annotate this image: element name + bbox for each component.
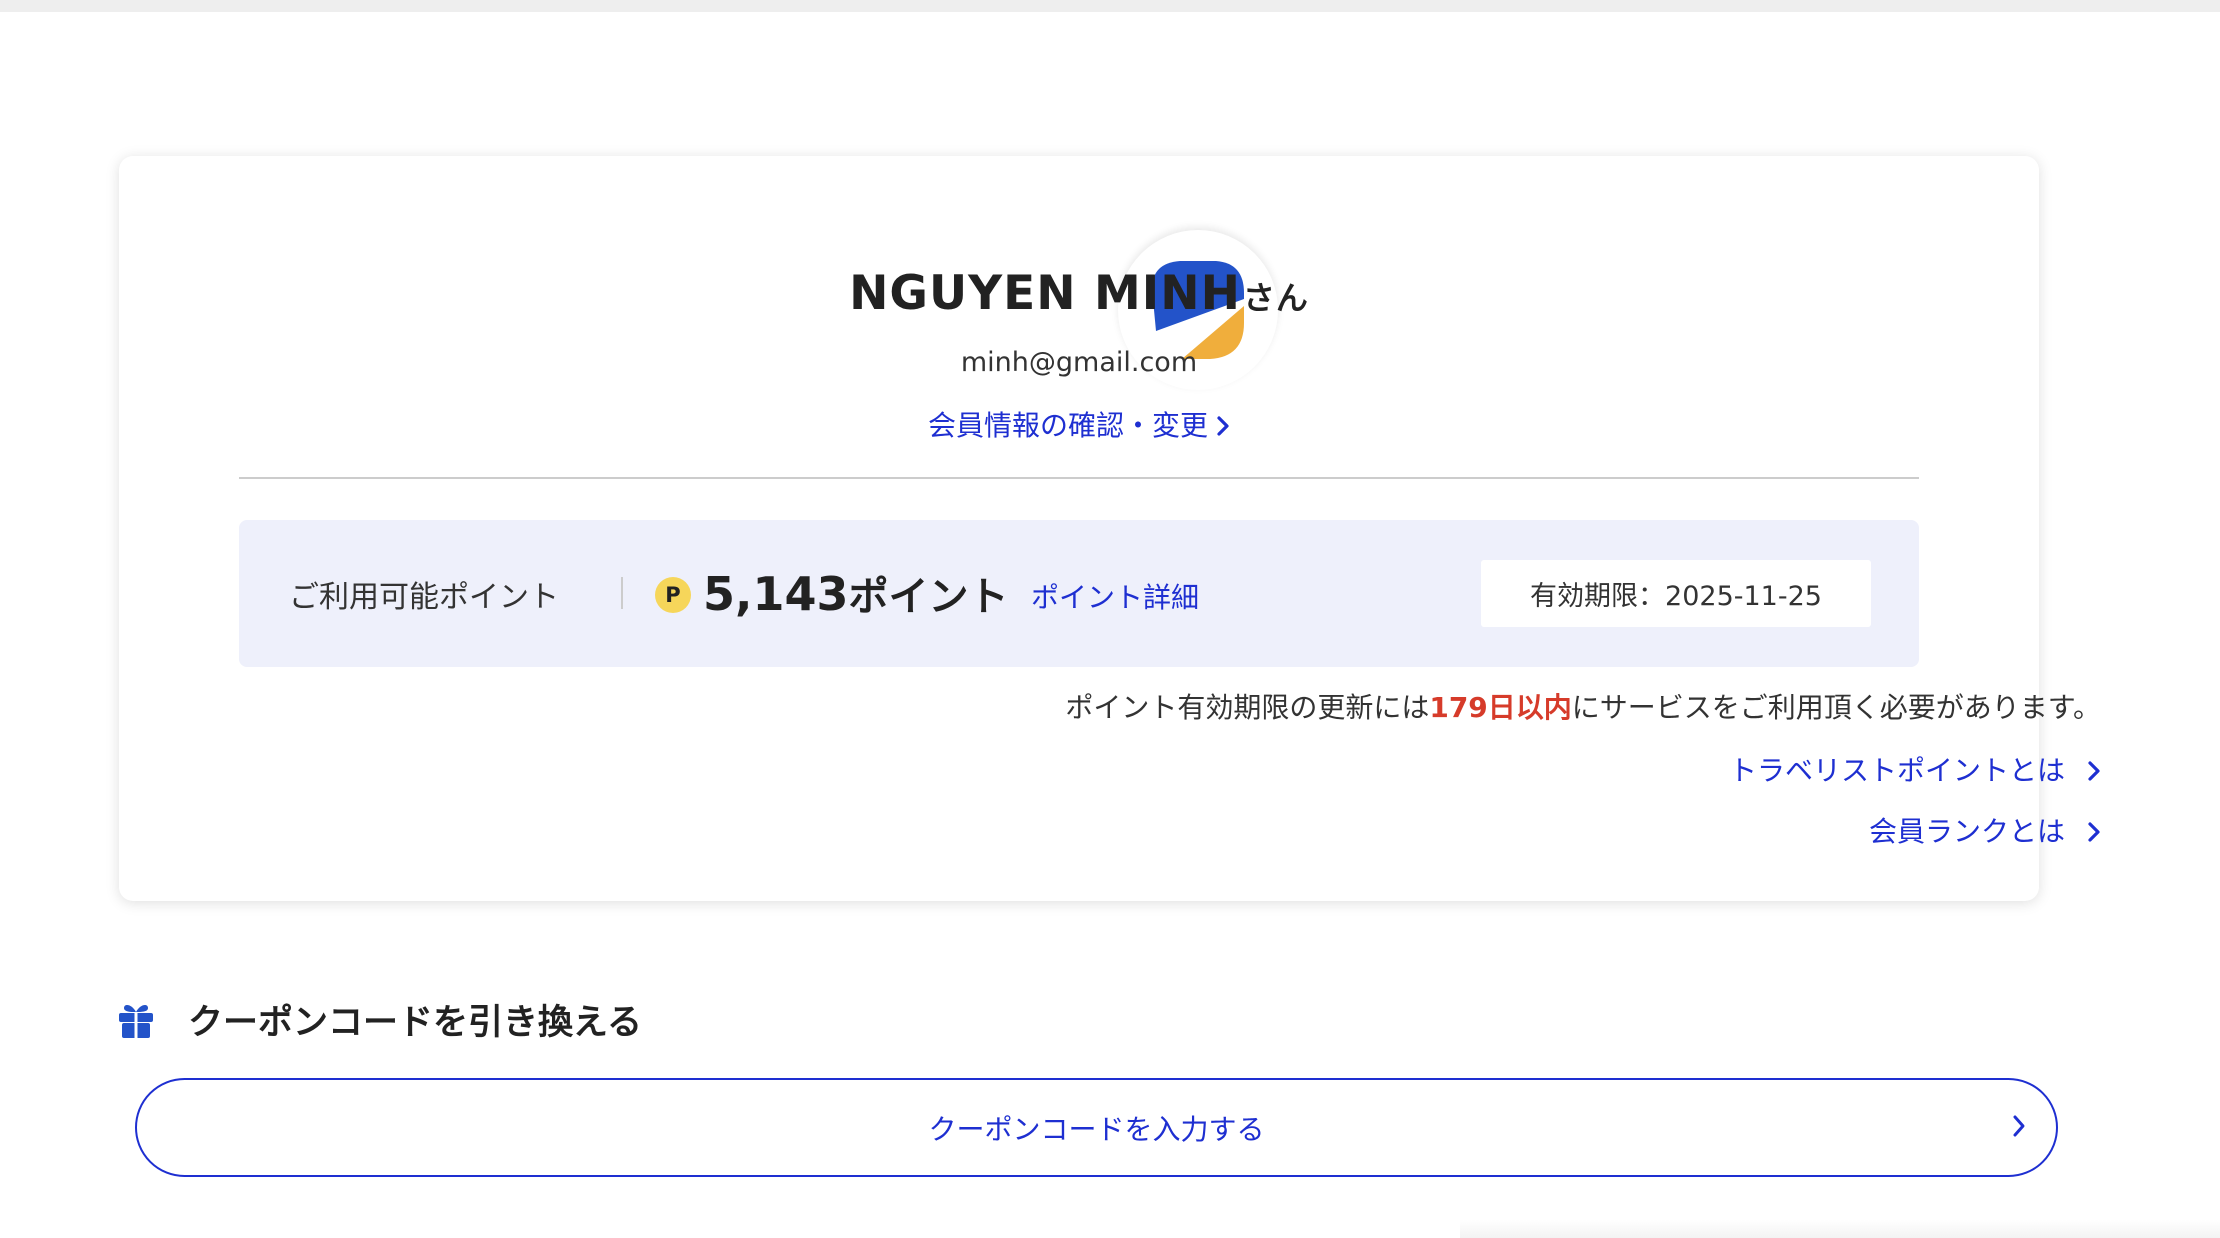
chevron-right-icon [2087, 817, 2101, 850]
renewal-note-prefix: ポイント有効期限の更新には [1065, 691, 1430, 724]
gift-icon [119, 1004, 153, 1038]
points-detail-link[interactable]: ポイント詳細 [1031, 576, 1199, 616]
user-name: NGUYEN MINH [849, 266, 1241, 321]
section-divider [239, 477, 1919, 479]
renewal-note-suffix: にサービスをご利用頂く必要があります。 [1571, 691, 2101, 724]
points-separator [621, 577, 623, 609]
chevron-right-icon [2087, 756, 2101, 789]
renewal-note-highlight: 179日以内 [1429, 691, 1572, 724]
bottom-shade [1460, 1220, 2220, 1238]
profile-settings-link-label: 会員情報の確認・変更 [927, 409, 1208, 442]
user-name-line: NGUYEN MINHさん [0, 266, 2158, 321]
points-unit: ポイント [848, 574, 1009, 620]
top-strip [0, 0, 2220, 12]
enter-coupon-button-label: クーポンコードを入力する [928, 1112, 1265, 1146]
member-rank-info-link[interactable]: 会員ランクとは [1869, 810, 2101, 850]
points-amount: 5,143 [703, 567, 849, 621]
available-points-label: ご利用可能ポイント [289, 580, 559, 615]
points-summary: ご利用可能ポイント P 5,143ポイント ポイント詳細 有効期限：2025-1… [239, 520, 1919, 667]
travelist-points-info-label: トラベリストポイントとは [1728, 754, 2065, 787]
enter-coupon-button[interactable]: クーポンコードを入力する [135, 1078, 2058, 1177]
chevron-right-icon [2012, 1114, 2026, 1142]
coupon-heading-title: クーポンコードを引き換える [188, 1003, 642, 1043]
profile-settings-link[interactable]: 会員情報の確認・変更 [0, 404, 2158, 444]
points-expiry-badge: 有効期限：2025-11-25 [1481, 560, 1871, 627]
user-honorific: さん [1242, 279, 1309, 317]
coupon-heading: クーポンコードを引き換える [118, 994, 642, 1045]
user-email: minh@gmail.com [960, 347, 1198, 378]
point-coin-icon: P [655, 577, 691, 613]
renewal-note: ポイント有効期限の更新には179日以内にサービスをご利用頂く必要があります。 [1065, 686, 2101, 726]
chevron-right-icon [1216, 411, 1230, 444]
member-rank-info-label: 会員ランクとは [1868, 815, 2065, 848]
travelist-points-info-link[interactable]: トラベリストポイントとは [1729, 749, 2101, 789]
points-balance: 5,143ポイント [703, 564, 1009, 622]
